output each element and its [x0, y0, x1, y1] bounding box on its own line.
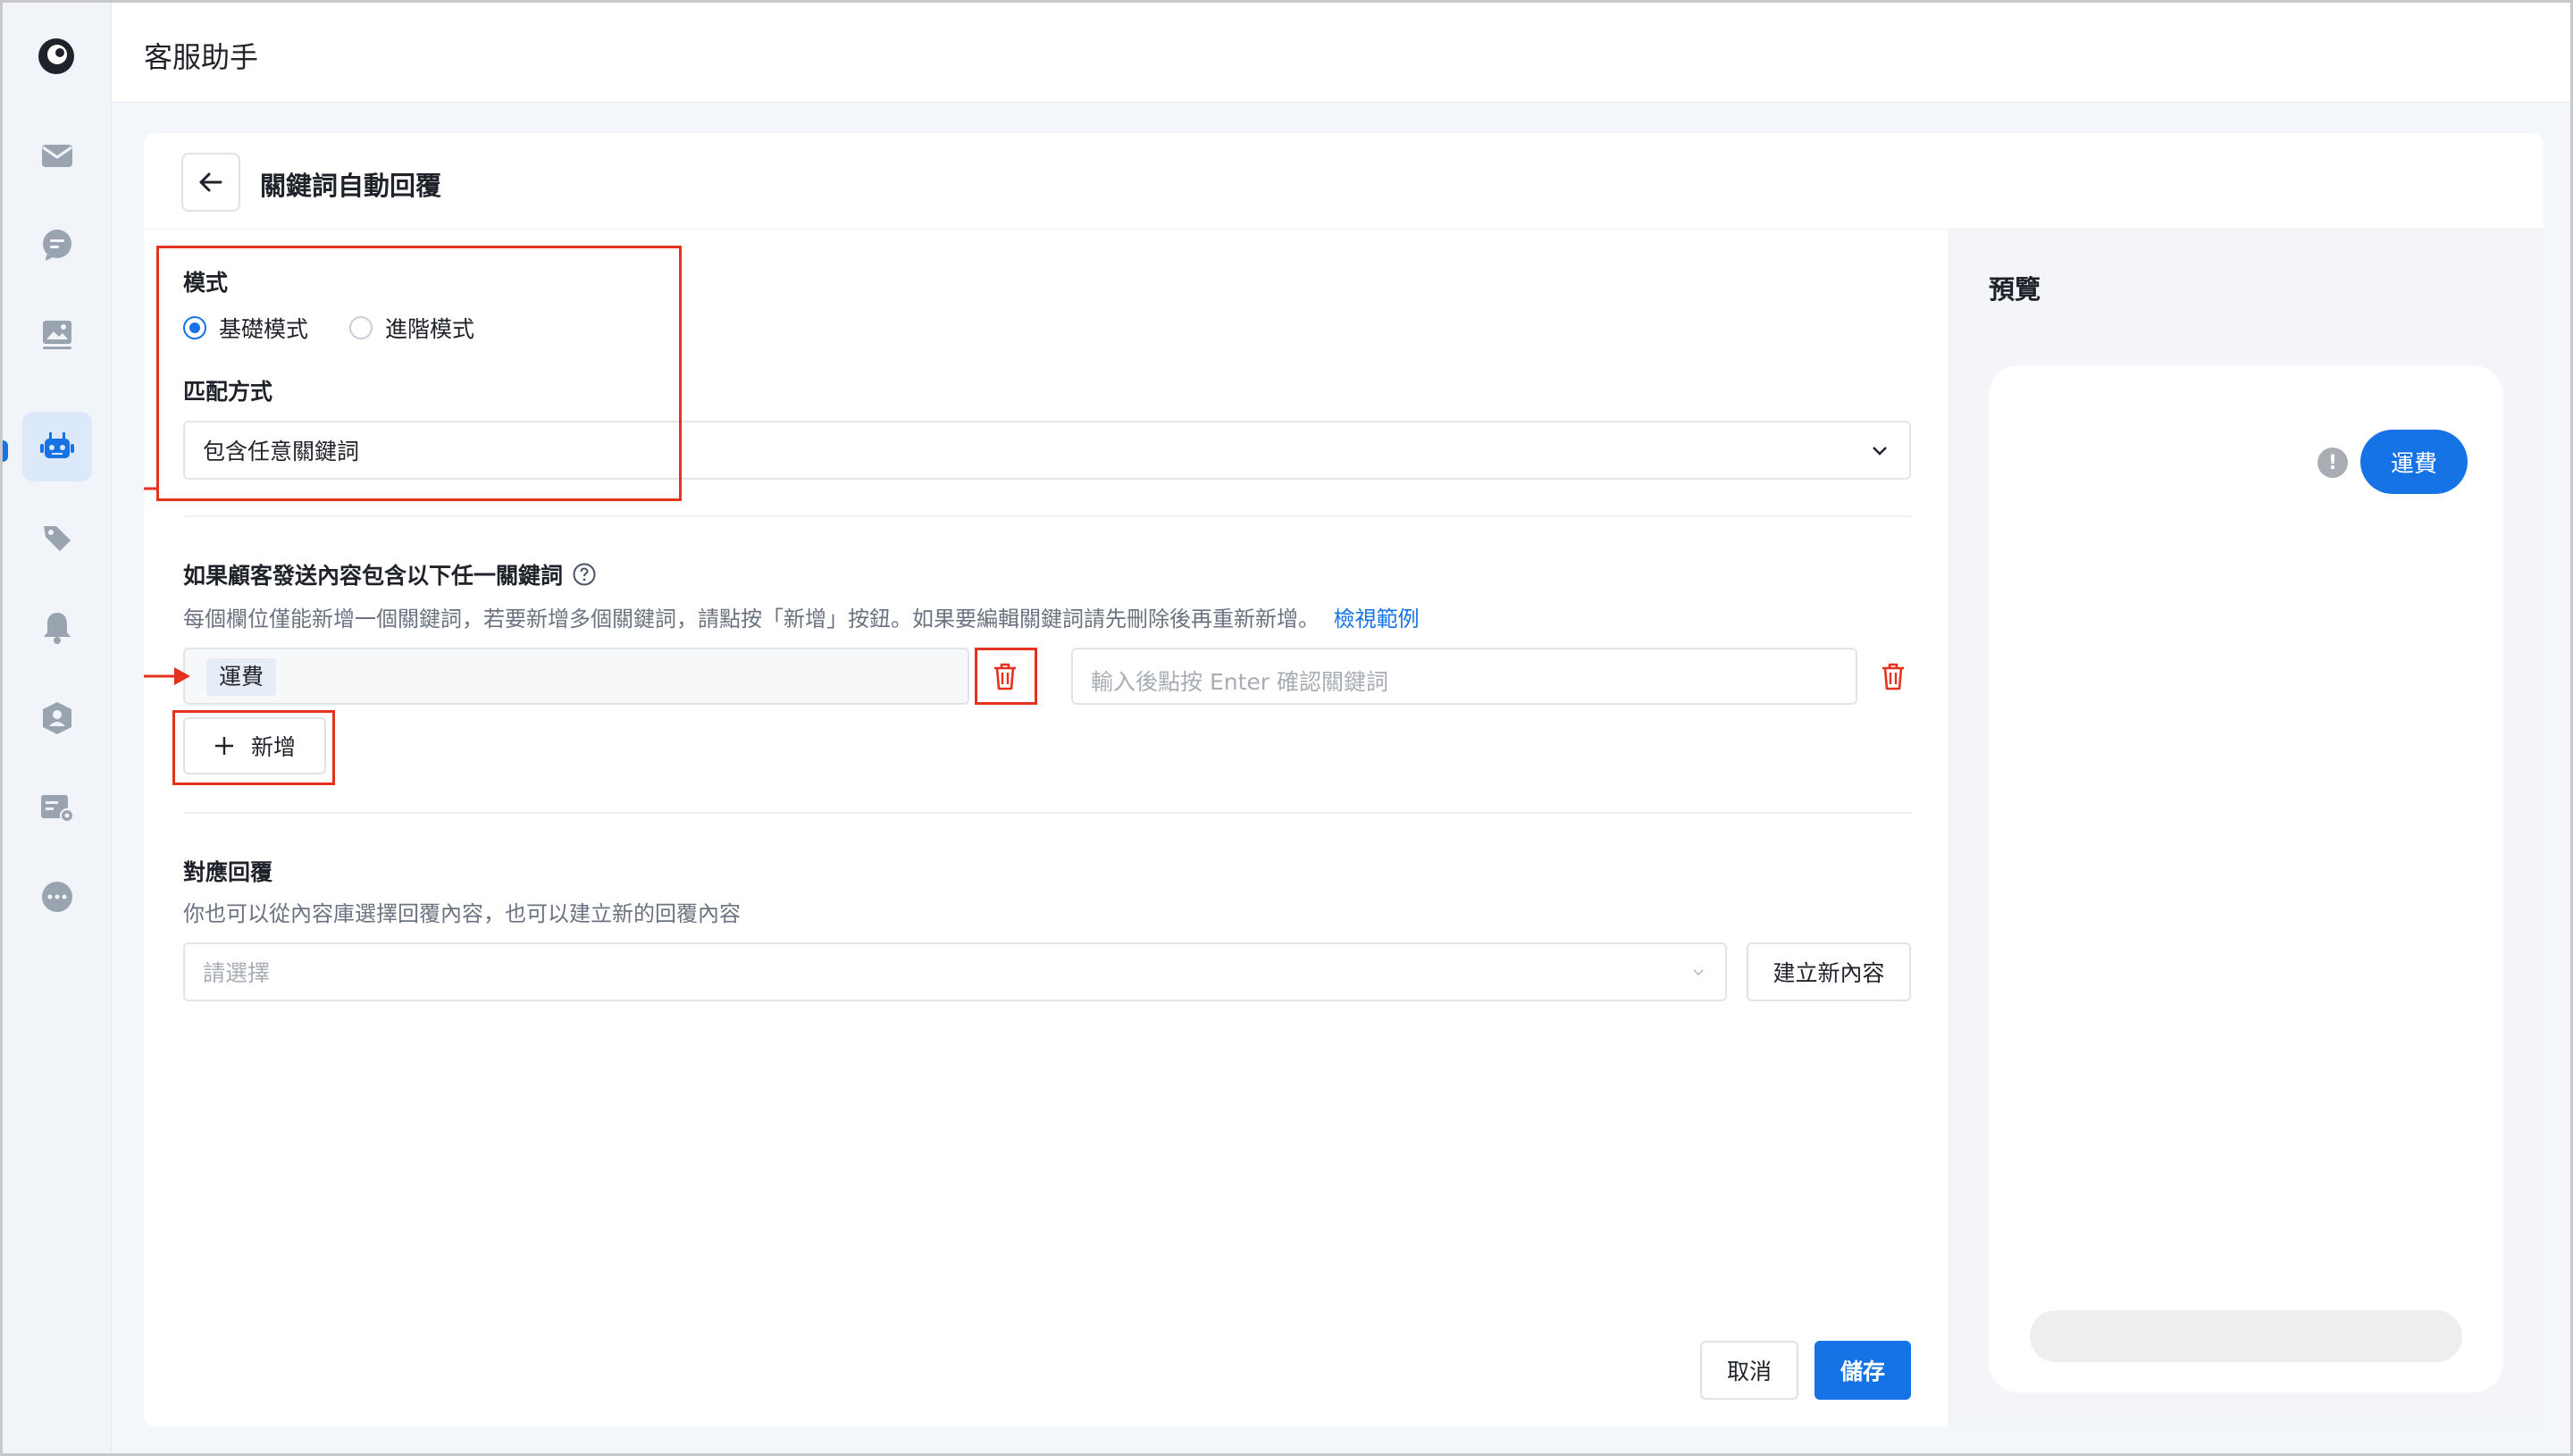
annotation-box-add: [172, 710, 335, 785]
app-title: 客服助手: [144, 40, 259, 74]
app-window: 客服助手 關鍵詞自動回覆 模式 基礎模式 進階模式 匹配方式 包含任意關鍵詞 如…: [0, 0, 2573, 1456]
keywords-help-text: 每個欄位僅能新增一個關鍵詞，若要新增多個關鍵詞，請點按「新增」按鈕。如果要編輯關…: [183, 607, 1320, 632]
bot-icon: [40, 432, 74, 458]
arrow-left-icon: [199, 172, 222, 192]
image-icon: [43, 321, 71, 349]
sidebar-item-settings[interactable]: [22, 773, 92, 842]
chat-icon: [43, 230, 71, 261]
keywords-title-text: 如果顧客發送內容包含以下任一關鍵詞: [183, 563, 564, 589]
reply-help: 你也可以從內容庫選擇回覆內容，也可以建立新的回覆內容: [183, 901, 741, 926]
section-divider: [183, 515, 1911, 517]
keywords-title: 如果顧客發送內容包含以下任一關鍵詞: [183, 558, 597, 590]
create-content-button[interactable]: 建立新內容: [1747, 942, 1911, 1001]
annotation-box-mode: [156, 246, 682, 501]
sidebar-item-members[interactable]: [22, 683, 92, 753]
section-divider: [183, 812, 1911, 814]
reply-title: 對應回覆: [183, 859, 273, 885]
bell-icon: [44, 613, 71, 644]
preview-panel: 預覽 ! 運費: [1949, 230, 2544, 1427]
sidebar-item-more[interactable]: [22, 862, 92, 932]
card-header: 關鍵詞自動回覆: [144, 133, 2544, 230]
annotation-box-trash: [975, 648, 1037, 705]
sidebar: [3, 3, 112, 1453]
chevron-down-icon: [1693, 969, 1704, 975]
phone-preview: ! 運費: [1989, 365, 2503, 1393]
sidebar-item-inbox[interactable]: [22, 121, 92, 190]
page-title: 關鍵詞自動回覆: [260, 171, 442, 201]
sidebar-item-tags[interactable]: [22, 503, 92, 573]
phone-input-bar: [2030, 1310, 2462, 1362]
mail-icon: [42, 145, 72, 167]
cancel-label: 取消: [1726, 1359, 1772, 1385]
save-button[interactable]: 儲存: [1815, 1341, 1911, 1400]
reply-select[interactable]: 請選擇: [183, 942, 1727, 1001]
sidebar-item-notifications[interactable]: [22, 592, 92, 662]
keyword-tag: 運費: [206, 658, 277, 696]
warning-icon: !: [2317, 448, 2348, 478]
create-content-label: 建立新內容: [1773, 960, 1885, 986]
keywords-help: 每個欄位僅能新增一個關鍵詞，若要新增多個關鍵詞，請點按「新增」按鈕。如果要編輯關…: [183, 601, 1420, 632]
preview-message-bubble: 運費: [2360, 430, 2468, 494]
keyword-input-placeholder: 輸入後點按 Enter 確認關鍵詞: [1091, 669, 1388, 695]
app-logo-icon[interactable]: [37, 37, 76, 76]
chevron-down-icon: [1873, 447, 1887, 456]
more-icon: [42, 882, 72, 912]
help-circle-icon[interactable]: [572, 562, 597, 587]
tag-icon: [44, 526, 71, 551]
preview-title: 預覽: [1989, 274, 2041, 305]
keyword-input-1[interactable]: 運費: [183, 648, 969, 705]
active-indicator: [3, 440, 8, 462]
user-shield-icon: [43, 702, 71, 734]
sidebar-item-media[interactable]: [22, 299, 92, 369]
sidebar-item-bot[interactable]: [22, 412, 92, 481]
top-header: 客服助手: [112, 3, 2570, 103]
sidebar-item-chat[interactable]: [22, 210, 92, 280]
settings-card-icon: [41, 795, 74, 823]
view-example-link[interactable]: 檢視範例: [1334, 607, 1420, 632]
trash-icon[interactable]: [1877, 660, 1909, 692]
reply-select-placeholder: 請選擇: [203, 960, 271, 986]
back-button[interactable]: [181, 153, 240, 212]
cancel-button[interactable]: 取消: [1700, 1341, 1798, 1400]
save-label: 儲存: [1840, 1359, 1885, 1385]
main-card: 關鍵詞自動回覆 模式 基礎模式 進階模式 匹配方式 包含任意關鍵詞 如果顧客發送…: [144, 133, 2544, 1427]
keyword-input-new[interactable]: 輸入後點按 Enter 確認關鍵詞: [1071, 648, 1857, 705]
